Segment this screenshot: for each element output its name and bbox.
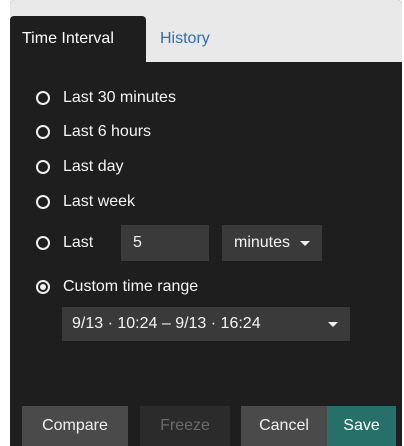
option-last-30-minutes[interactable]: Last 30 minutes [36, 86, 176, 110]
caret-down-icon [328, 322, 338, 327]
custom-range-value: 9/13 · 10:24 – 9/13 · 16:24 [72, 315, 261, 332]
radio-icon[interactable] [36, 236, 50, 250]
option-last-day[interactable]: Last day [36, 155, 123, 179]
option-custom-time-range[interactable]: Custom time range [36, 275, 198, 299]
radio-icon[interactable] [36, 125, 50, 139]
option-label: Last week [63, 193, 136, 210]
option-last-n[interactable]: Last [36, 231, 93, 255]
last-n-value-input[interactable] [121, 225, 209, 261]
option-label: Custom time range [63, 278, 199, 295]
option-label: Last 6 hours [63, 123, 152, 140]
custom-range-dropdown[interactable]: 9/13 · 10:24 – 9/13 · 16:24 [62, 307, 350, 341]
unit-dropdown[interactable]: minutes [222, 225, 322, 261]
compare-button[interactable]: Compare [22, 406, 128, 446]
cancel-button[interactable]: Cancel [241, 406, 327, 446]
tab-history[interactable]: History [160, 16, 210, 62]
unit-dropdown-value: minutes [234, 234, 291, 251]
option-label: Last day [63, 158, 124, 175]
option-label: Last 30 minutes [63, 89, 176, 106]
option-label: Last [63, 234, 94, 251]
tab-time-interval[interactable]: Time Interval [10, 16, 146, 62]
radio-checked-icon[interactable] [36, 280, 50, 294]
option-last-week[interactable]: Last week [36, 190, 135, 214]
save-button[interactable]: Save [327, 406, 396, 446]
radio-icon[interactable] [36, 160, 50, 174]
time-interval-panel: Time Interval History Last 30 minutes La… [10, 0, 402, 446]
tab-bar: Time Interval History [10, 0, 402, 62]
freeze-button[interactable]: Freeze [140, 406, 230, 446]
button-bar: Compare Freeze Cancel Save [10, 406, 402, 446]
radio-icon[interactable] [36, 195, 50, 209]
option-last-6-hours[interactable]: Last 6 hours [36, 120, 151, 144]
caret-down-icon [300, 241, 310, 246]
radio-icon[interactable] [36, 91, 50, 105]
